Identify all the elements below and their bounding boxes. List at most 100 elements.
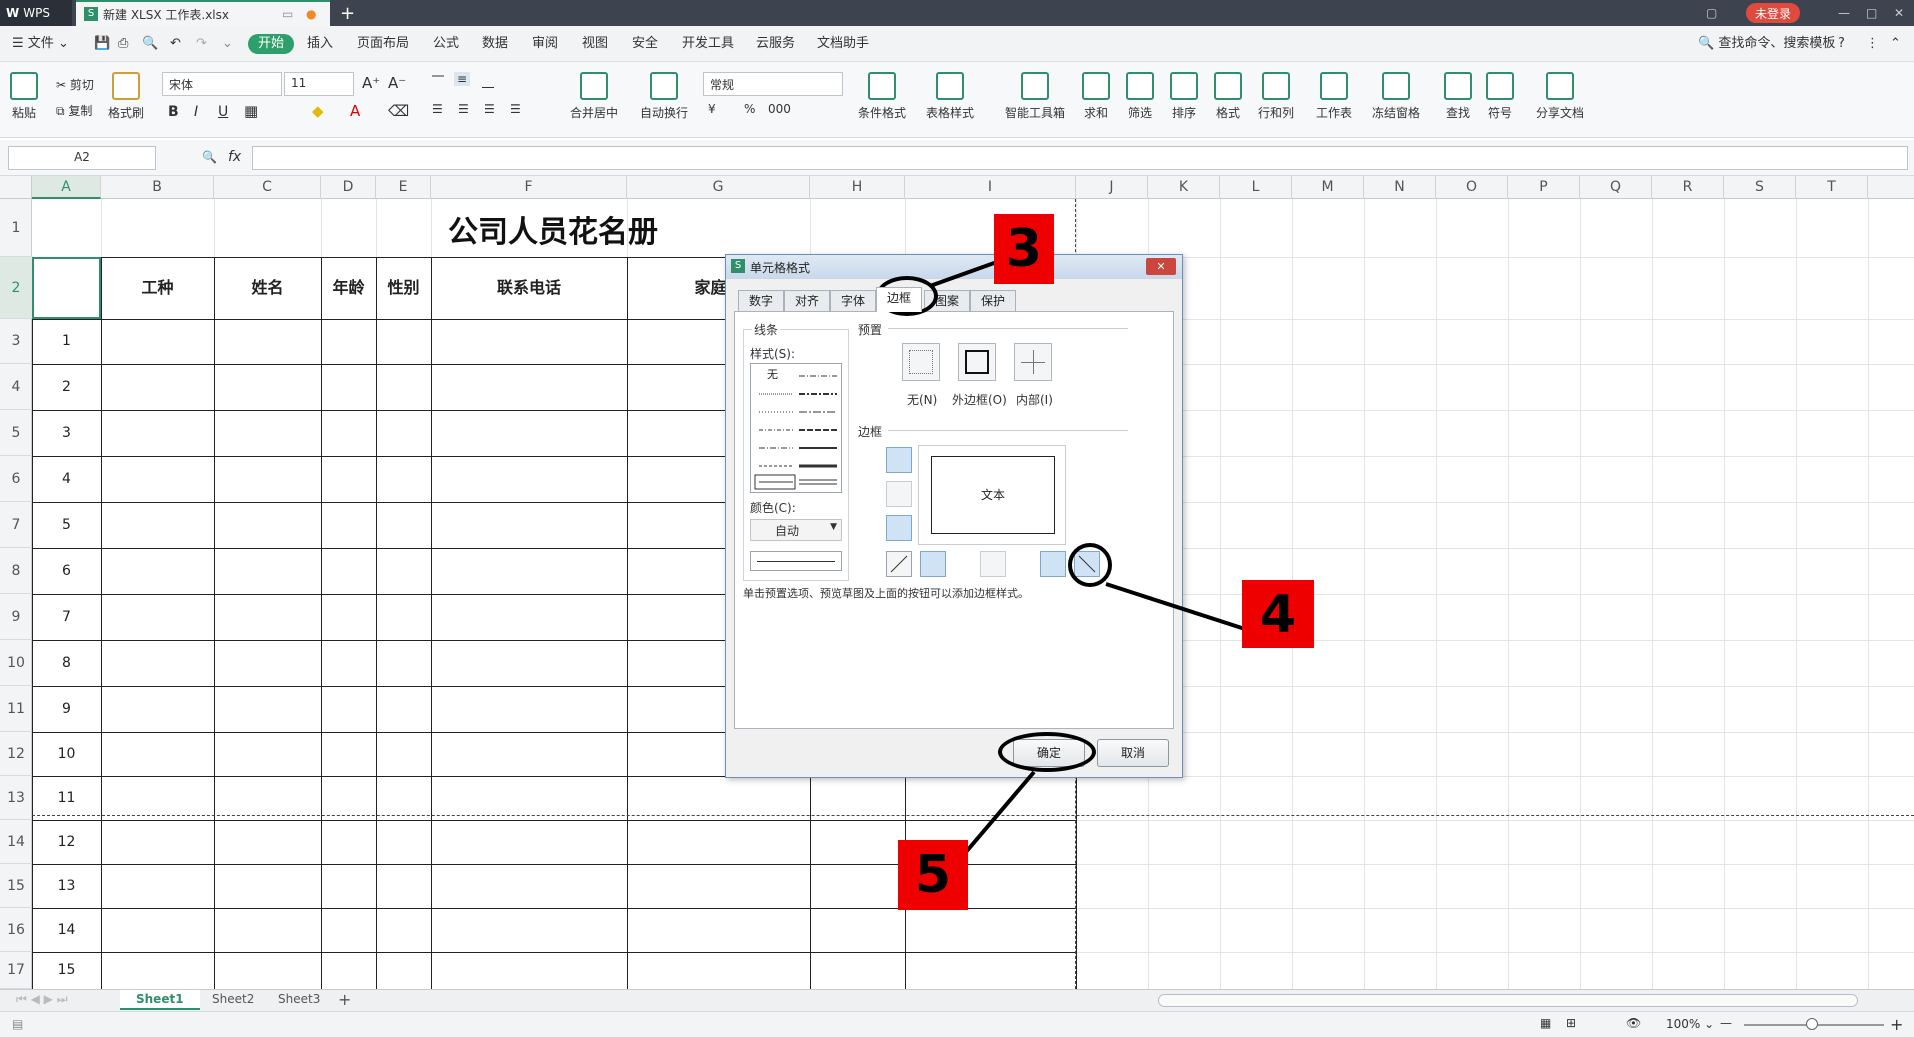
- header-cell[interactable]: 年龄: [321, 257, 376, 319]
- italic-icon[interactable]: I: [194, 104, 198, 120]
- border-left-button[interactable]: [920, 551, 946, 577]
- serial-cell[interactable]: 10: [32, 732, 101, 776]
- formula-input[interactable]: [252, 146, 1908, 170]
- paste-button[interactable]: 粘贴: [10, 72, 38, 121]
- serial-cell[interactable]: 9: [32, 686, 101, 732]
- menu-item-doc-assistant[interactable]: 文档助手: [817, 34, 869, 54]
- column-header-cell[interactable]: H: [810, 176, 905, 199]
- column-header-cell[interactable]: L: [1220, 176, 1292, 199]
- menu-item-cloud[interactable]: 云服务: [756, 34, 795, 54]
- row-header-cell[interactable]: 7: [0, 502, 32, 548]
- serial-cell[interactable]: 1: [32, 319, 101, 364]
- print-icon[interactable]: ⎙: [118, 34, 128, 54]
- border-preview[interactable]: 文本: [918, 445, 1066, 545]
- header-cell[interactable]: 工种: [101, 257, 214, 319]
- wrap-text-button[interactable]: 自动换行: [640, 72, 688, 121]
- help-icon[interactable]: ?: [1838, 34, 1845, 54]
- dialog-titlebar[interactable]: S 单元格格式 ✕: [726, 255, 1182, 279]
- new-tab-button[interactable]: +: [340, 0, 355, 26]
- menu-item-start[interactable]: 开始: [248, 34, 295, 54]
- serial-cell[interactable]: 11: [32, 776, 101, 820]
- smart-tools-button[interactable]: 智能工具箱: [1005, 72, 1065, 121]
- serial-cell[interactable]: 14: [32, 908, 101, 952]
- zoom-search-icon[interactable]: 🔍: [202, 150, 217, 164]
- monitor-icon[interactable]: ▭: [282, 7, 293, 21]
- column-header-cell[interactable]: A: [32, 176, 101, 199]
- thousands-icon[interactable]: 000: [768, 102, 791, 116]
- preset-inside-button[interactable]: [1014, 343, 1052, 381]
- header-cell[interactable]: 性别: [376, 257, 431, 319]
- zoom-slider-thumb[interactable]: [1806, 1018, 1818, 1030]
- border-middle-v-button[interactable]: [980, 551, 1006, 577]
- fx-icon[interactable]: fx: [228, 149, 241, 165]
- symbol-button[interactable]: 符号: [1486, 72, 1514, 121]
- align-bottom-icon[interactable]: ⎽: [482, 74, 494, 89]
- minimize-button[interactable]: —: [1838, 0, 1850, 26]
- maximize-button[interactable]: □: [1866, 0, 1877, 26]
- select-all-corner[interactable]: [0, 176, 32, 199]
- row-header-cell[interactable]: 14: [0, 820, 32, 864]
- save-icon[interactable]: 💾: [94, 34, 110, 54]
- layout-icon[interactable]: ▢: [1706, 0, 1717, 26]
- sum-button[interactable]: 求和: [1082, 72, 1110, 121]
- column-header-cell[interactable]: D: [321, 176, 376, 199]
- column-header-cell[interactable]: N: [1364, 176, 1436, 199]
- grow-font-icon[interactable]: A⁺: [362, 74, 380, 92]
- serial-cell[interactable]: 5: [32, 502, 101, 548]
- menu-item-data[interactable]: 数据: [482, 34, 508, 54]
- customize-icon[interactable]: ⌄: [222, 34, 233, 54]
- percent-icon[interactable]: %: [744, 102, 755, 116]
- worksheet-button[interactable]: 工作表: [1316, 72, 1352, 121]
- undo-icon[interactable]: ↶: [170, 34, 181, 54]
- zoom-in-icon[interactable]: +: [1890, 1015, 1903, 1034]
- color-select[interactable]: 自动 ▼: [750, 519, 842, 541]
- sheet-tab-3[interactable]: Sheet3: [266, 992, 332, 1006]
- serial-cell[interactable]: 7: [32, 594, 101, 640]
- align-middle-icon[interactable]: ≡: [454, 72, 471, 86]
- column-header-cell[interactable]: T: [1796, 176, 1868, 199]
- serial-cell[interactable]: 4: [32, 456, 101, 502]
- freeze-panes-button[interactable]: 冻结窗格: [1372, 72, 1420, 121]
- font-name-select[interactable]: 宋体: [162, 72, 282, 96]
- line-style-list[interactable]: 无: [750, 363, 842, 493]
- row-header-cell[interactable]: 12: [0, 732, 32, 776]
- serial-cell[interactable]: 12: [32, 820, 101, 864]
- menu-item-view[interactable]: 视图: [582, 34, 608, 54]
- currency-icon[interactable]: ¥: [708, 102, 716, 116]
- line-style-swatches[interactable]: [751, 364, 841, 492]
- print-preview-icon[interactable]: 🔍: [142, 34, 158, 54]
- column-header-cell[interactable]: C: [214, 176, 321, 199]
- serial-cell[interactable]: 13: [32, 864, 101, 908]
- column-header-cell[interactable]: Q: [1580, 176, 1652, 199]
- header-cell[interactable]: 联系电话: [431, 257, 627, 319]
- merge-center-button[interactable]: 合并居中: [570, 72, 618, 121]
- copy-button[interactable]: ⧉ 复制: [56, 102, 92, 119]
- format-painter-button[interactable]: 格式刷: [108, 72, 144, 121]
- dialog-tab[interactable]: 保护: [970, 290, 1016, 312]
- shrink-font-icon[interactable]: A⁻: [388, 74, 406, 92]
- row-header-cell[interactable]: 13: [0, 776, 32, 820]
- preset-outline-button[interactable]: [958, 343, 996, 381]
- zoom-level[interactable]: 100% ⌄: [1666, 1017, 1714, 1031]
- row-header-cell[interactable]: 11: [0, 686, 32, 732]
- row-col-button[interactable]: 行和列: [1258, 72, 1294, 121]
- clear-icon[interactable]: ⌫: [388, 102, 409, 120]
- file-menu[interactable]: ☰ 文件 ⌄: [12, 34, 69, 54]
- dialog-tab[interactable]: 对齐: [784, 290, 830, 312]
- row-header-cell[interactable]: 4: [0, 364, 32, 410]
- find-button[interactable]: 查找: [1444, 72, 1472, 121]
- number-format-select[interactable]: 常规: [703, 72, 843, 96]
- sort-button[interactable]: 排序: [1170, 72, 1198, 121]
- sheet-tab-1[interactable]: Sheet1: [120, 990, 200, 1010]
- row-header-cell[interactable]: 9: [0, 594, 32, 640]
- preset-none-button[interactable]: [902, 343, 940, 381]
- align-top-icon[interactable]: ⎺: [432, 74, 444, 89]
- border-right-button[interactable]: [1040, 551, 1066, 577]
- column-header-cell[interactable]: K: [1148, 176, 1220, 199]
- horizontal-scrollbar[interactable]: [1158, 994, 1858, 1007]
- column-header-cell[interactable]: M: [1292, 176, 1364, 199]
- name-box[interactable]: A2: [8, 146, 156, 170]
- row-header-cell[interactable]: 16: [0, 908, 32, 952]
- border-middle-h-button[interactable]: [886, 481, 912, 507]
- app-tab[interactable]: W WPS: [0, 0, 72, 26]
